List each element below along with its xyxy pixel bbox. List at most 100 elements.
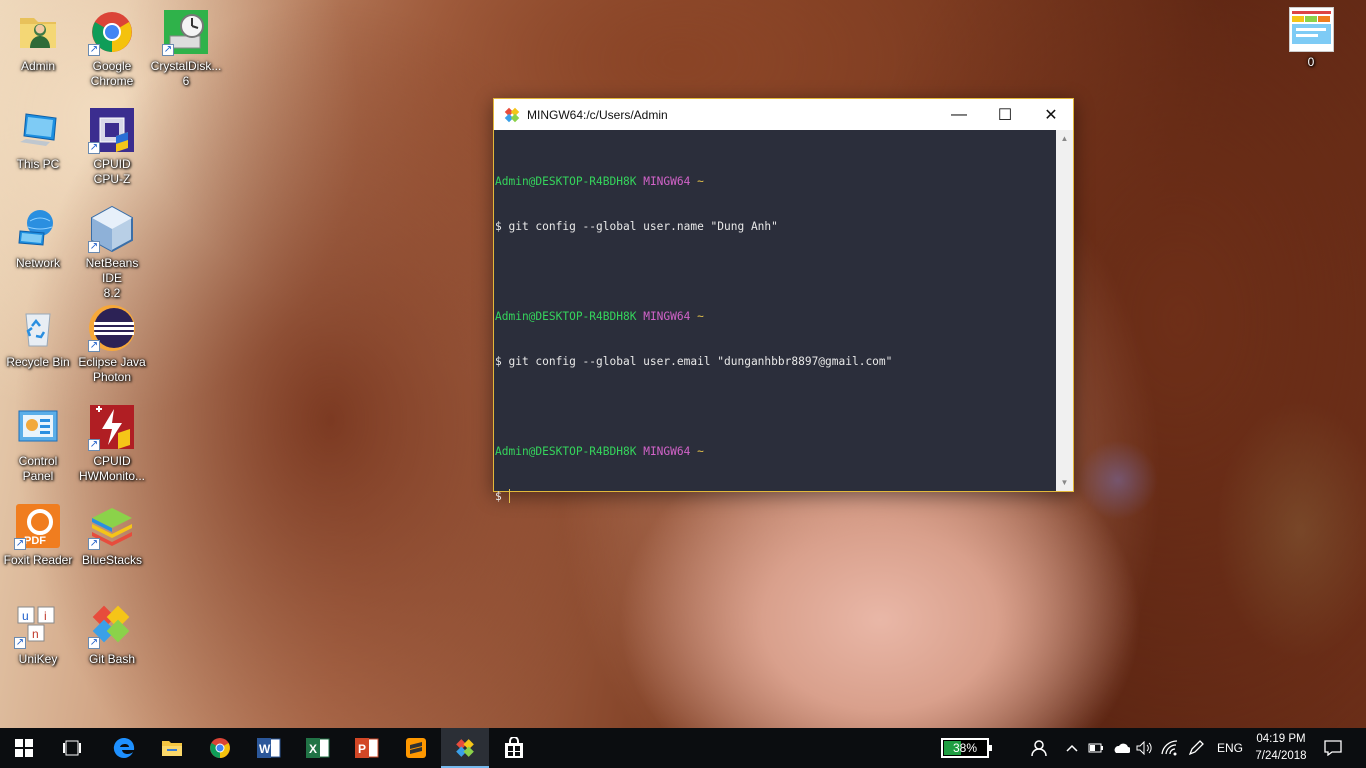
desktop-icon-label: Network (15, 256, 60, 270)
shortcut-arrow-icon: ↗ (14, 538, 26, 550)
svg-text:PDF: PDF (24, 535, 46, 547)
terminal-output[interactable]: Admin@DESKTOP-R4BDH8K MINGW64 ~ $ git co… (494, 130, 1056, 503)
volume-icon[interactable] (1134, 728, 1156, 768)
desktop-icon-hwmonitor[interactable]: ↗ CPUID HWMonito... (74, 403, 150, 484)
desktop-icon-label: Git Bash (88, 652, 136, 666)
excel-button[interactable]: X (294, 728, 342, 768)
word-icon: W (257, 738, 281, 758)
desktop-icon-image-file[interactable]: 0 (1273, 7, 1349, 70)
desktop-icon-crystaldisk[interactable]: ↗ CrystalDisk... 6 (148, 8, 224, 89)
battery-icon[interactable] (1086, 728, 1106, 768)
desktop-icon-label: Recycle Bin (6, 355, 70, 369)
powerpoint-button[interactable]: P (343, 728, 391, 768)
git-bash-button[interactable] (441, 728, 489, 768)
eclipse-icon: ↗ (88, 304, 136, 352)
notification-icon[interactable] (1318, 728, 1348, 768)
scroll-down-icon[interactable]: ▼ (1056, 474, 1073, 491)
word-button[interactable]: W (245, 728, 293, 768)
crystaldisk-icon: ↗ (162, 8, 210, 56)
clock-date: 7/24/2018 (1255, 750, 1307, 762)
desktop-icon-label: BlueStacks (81, 553, 143, 567)
battery-indicator[interactable]: 38% (941, 738, 992, 758)
desktop-icon-this-pc[interactable]: This PC (0, 106, 76, 172)
shortcut-arrow-icon: ↗ (88, 241, 100, 253)
prompt-line: Admin@DESKTOP-R4BDH8K MINGW64 ~ (495, 309, 1056, 324)
git-bash-icon (504, 107, 520, 122)
desktop-icon-control-panel[interactable]: Control Panel (0, 403, 76, 484)
foxit-pdf-icon: PDF ↗ (14, 502, 62, 550)
store-icon (505, 737, 523, 758)
clock-time: 04:19 PM (1256, 733, 1306, 745)
task-view-button[interactable] (48, 728, 96, 768)
wifi-icon[interactable] (1158, 728, 1182, 768)
command-line: $ git config --global user.email "dungan… (495, 355, 893, 368)
desktop-icon-unikey[interactable]: u in ↗ UniKey (0, 601, 76, 667)
desktop-icon-eclipse[interactable]: ↗ Eclipse Java Photon (74, 304, 150, 385)
shortcut-arrow-icon: ↗ (88, 340, 100, 352)
shortcut-arrow-icon: ↗ (88, 142, 100, 154)
taskbar: W X P 38% ENG 04:19 PM 7/24/2018 (0, 728, 1366, 768)
scroll-up-icon[interactable]: ▲ (1056, 130, 1073, 147)
pen-icon[interactable] (1184, 728, 1208, 768)
desktop-icon-label: This PC (16, 157, 60, 171)
folder-icon (162, 741, 182, 756)
shortcut-arrow-icon: ↗ (14, 637, 26, 649)
git-bash-icon: ↗ (88, 601, 136, 649)
svg-text:P: P (358, 742, 366, 756)
shortcut-arrow-icon: ↗ (88, 538, 100, 550)
unikey-icon: u in ↗ (14, 601, 62, 649)
window-title: MINGW64:/c/Users/Admin (527, 107, 668, 122)
edge-button[interactable] (100, 728, 148, 768)
prompt-user: Admin@DESKTOP-R4BDH8K (495, 445, 637, 458)
sublime-icon (406, 738, 426, 758)
user-folder-icon (14, 8, 62, 56)
chrome-button[interactable] (196, 728, 244, 768)
desktop-icon-network[interactable]: Network (0, 205, 76, 271)
shortcut-arrow-icon: ↗ (88, 439, 100, 451)
image-file-icon (1288, 7, 1334, 52)
text-cursor (508, 489, 510, 503)
input-line[interactable]: $ (495, 489, 1056, 504)
chrome-icon: ↗ (88, 8, 136, 56)
chrome-icon (210, 738, 230, 758)
hwmonitor-icon: ↗ (88, 403, 136, 451)
desktop-icon-label: CrystalDisk... 6 (150, 59, 222, 88)
desktop-icon-git-bash[interactable]: ↗ Git Bash (74, 601, 150, 667)
store-button[interactable] (490, 728, 538, 768)
task-view-icon (63, 740, 81, 756)
start-button[interactable] (0, 728, 48, 768)
desktop-icon-admin[interactable]: Admin (0, 8, 76, 74)
desktop-icon-foxit[interactable]: PDF ↗ Foxit Reader (0, 502, 76, 568)
language-indicator[interactable]: ENG (1212, 728, 1248, 768)
excel-icon: X (306, 738, 330, 758)
desktop-icon-bluestacks[interactable]: ↗ BlueStacks (74, 502, 150, 568)
vertical-scrollbar[interactable]: ▲ ▼ (1056, 130, 1073, 491)
desktop-icon-netbeans[interactable]: ↗ NetBeans IDE 8.2 (74, 205, 150, 301)
prompt-env: MINGW64 (643, 445, 691, 458)
minimize-button[interactable]: — (936, 99, 982, 130)
prompt-user: Admin@DESKTOP-R4BDH8K (495, 310, 637, 323)
people-icon[interactable] (1026, 728, 1050, 768)
file-explorer-button[interactable] (148, 728, 196, 768)
maximize-button[interactable]: ☐ (982, 99, 1028, 130)
git-bash-window[interactable]: MINGW64:/c/Users/Admin — ☐ ✕ Admin@DESKT… (493, 98, 1074, 503)
desktop-icon-chrome[interactable]: ↗ Google Chrome (74, 8, 150, 89)
sublime-button[interactable] (392, 728, 440, 768)
git-bash-icon (456, 739, 474, 757)
close-button[interactable]: ✕ (1028, 99, 1074, 130)
network-icon (14, 205, 62, 253)
desktop-icon-cpuz[interactable]: ↗ CPUID CPU-Z (74, 106, 150, 187)
desktop-icon-label: UniKey (18, 652, 58, 666)
prompt-user: Admin@DESKTOP-R4BDH8K (495, 175, 637, 188)
desktop-icon-label: Admin (20, 59, 55, 73)
window-titlebar[interactable]: MINGW64:/c/Users/Admin — ☐ ✕ (494, 99, 1073, 130)
onedrive-icon[interactable] (1110, 728, 1132, 768)
shortcut-arrow-icon: ↗ (88, 637, 100, 649)
svg-text:u: u (22, 609, 29, 623)
desktop-icon-label: 0 (1307, 55, 1315, 69)
command-line: $ git config --global user.name "Dung An… (495, 220, 778, 233)
chevron-up-icon[interactable] (1062, 728, 1082, 768)
desktop-icon-recycle-bin[interactable]: Recycle Bin (0, 304, 76, 370)
clock[interactable]: 04:19 PM 7/24/2018 (1252, 728, 1310, 768)
